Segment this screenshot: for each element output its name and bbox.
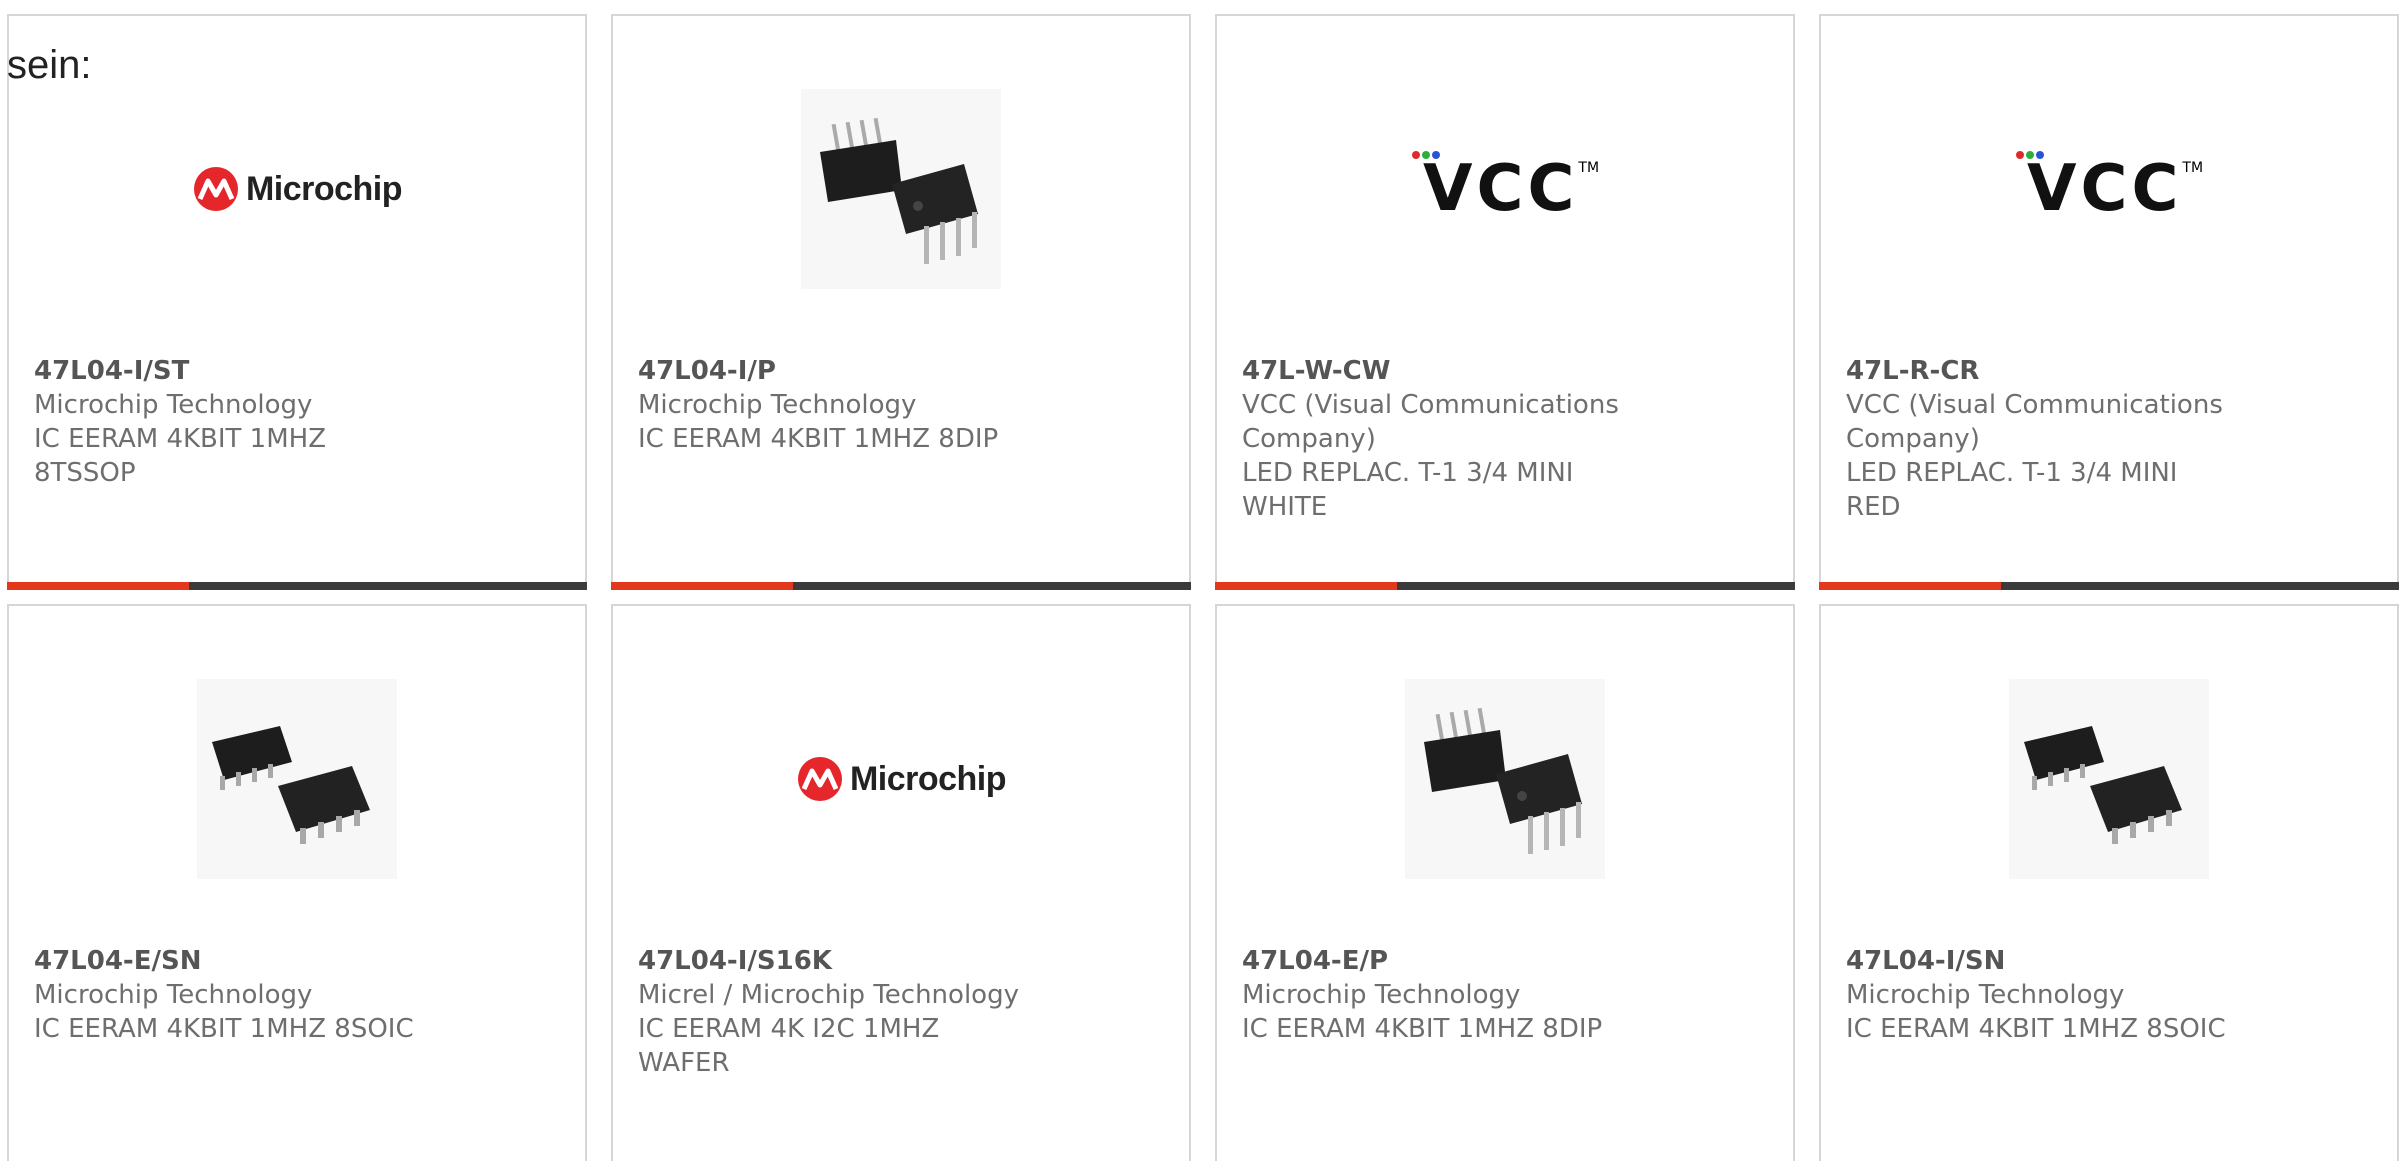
product-card[interactable]: VCC TM 47L-R-CR VCC (Visual Communicatio… [1819,14,2399,590]
dip-chip-icon [1424,707,1582,854]
vcc-logo-text: VCC [1422,152,1579,226]
product-description: IC EERAM 4K I2C 1MHZ WAFER [638,1014,940,1078]
dip-chip-image [1405,679,1605,879]
vcc-logo: VCC TM [2015,151,2204,226]
product-description: IC EERAM 4KBIT 1MHZ 8DIP [638,424,999,454]
card-accent-bar [1819,582,2399,590]
card-accent-bar [1215,582,1795,590]
microchip-logo-mark-icon [797,757,842,801]
card-accent-bar [7,582,587,590]
part-number-link[interactable]: 47L04-E/P [1242,944,1623,978]
soic-chip-icon [212,726,370,844]
manufacturer-name: Microchip Technology [34,390,313,420]
part-number-link[interactable]: 47L04-I/P [638,354,1019,388]
dip-chip-icon [820,117,978,264]
product-description: IC EERAM 4KBIT 1MHZ 8TSSOP [34,424,327,488]
product-image [1821,674,2397,884]
product-description: IC EERAM 4KBIT 1MHZ 8DIP [1242,1014,1603,1044]
manufacturer-name: Microchip Technology [1242,980,1521,1010]
dip-chip-image [801,89,1001,289]
part-number-link[interactable]: 47L04-I/S16K [638,944,1019,978]
intro-text: sein: [7,43,92,87]
manufacturer-name: VCC (Visual Communications Company) [1242,390,1619,454]
product-description: IC EERAM 4KBIT 1MHZ 8SOIC [34,1014,414,1044]
vcc-logo-text: VCC [2026,152,2183,226]
product-card[interactable]: 47L04-I/SN Microchip Technology IC EERAM… [1819,604,2399,1161]
soic-chip-image [2009,679,2209,879]
part-number-link[interactable]: 47L-R-CR [1846,354,2227,388]
product-image [1217,674,1793,884]
manufacturer-name: Microchip Technology [34,980,313,1010]
product-image: Microchip [613,674,1189,884]
product-card[interactable]: 47L04-E/SN Microchip Technology IC EERAM… [7,604,587,1161]
manufacturer-name: VCC (Visual Communications Company) [1846,390,2223,454]
product-card[interactable]: VCC TM 47L-W-CW VCC (Visual Communicatio… [1215,14,1795,590]
card-accent-bar [611,582,1191,590]
microchip-logo-text: Microchip [849,759,1007,798]
product-image: VCC TM [1217,84,1793,294]
product-description: IC EERAM 4KBIT 1MHZ 8SOIC [1846,1014,2226,1044]
product-card[interactable]: 47L04-I/P Microchip Technology IC EERAM … [611,14,1191,590]
vcc-trademark: TM [1578,160,1600,176]
product-image [9,674,585,884]
product-card[interactable]: Microchip 47L04-I/ST Microchip Technolog… [7,14,587,590]
microchip-logo: Microchip [796,755,1007,803]
vcc-logo: VCC TM [1411,151,1600,226]
microchip-logo-mark-icon [193,167,238,211]
microchip-logo: Microchip [192,165,403,213]
part-number-link[interactable]: 47L04-I/ST [34,354,415,388]
part-number-link[interactable]: 47L-W-CW [1242,354,1623,388]
manufacturer-name: Microchip Technology [638,390,917,420]
product-description: LED REPLAC. T-1 3/4 MINI WHITE [1242,458,1574,522]
product-image: VCC TM [1821,84,2397,294]
product-image: Microchip [9,84,585,294]
part-number-link[interactable]: 47L04-E/SN [34,944,415,978]
product-grid: Microchip 47L04-I/ST Microchip Technolog… [7,14,2399,1161]
product-card[interactable]: 47L04-E/P Microchip Technology IC EERAM … [1215,604,1795,1161]
product-image [613,84,1189,294]
manufacturer-name: Microchip Technology [1846,980,2125,1010]
vcc-trademark: TM [2182,160,2204,176]
product-description: LED REPLAC. T-1 3/4 MINI RED [1846,458,2178,522]
soic-chip-image [197,679,397,879]
manufacturer-name: Micrel / Microchip Technology [638,980,1019,1010]
microchip-logo-text: Microchip [245,169,403,208]
product-card[interactable]: Microchip 47L04-I/S16K Micrel / Microchi… [611,604,1191,1161]
part-number-link[interactable]: 47L04-I/SN [1846,944,2227,978]
soic-chip-icon [2024,726,2182,844]
